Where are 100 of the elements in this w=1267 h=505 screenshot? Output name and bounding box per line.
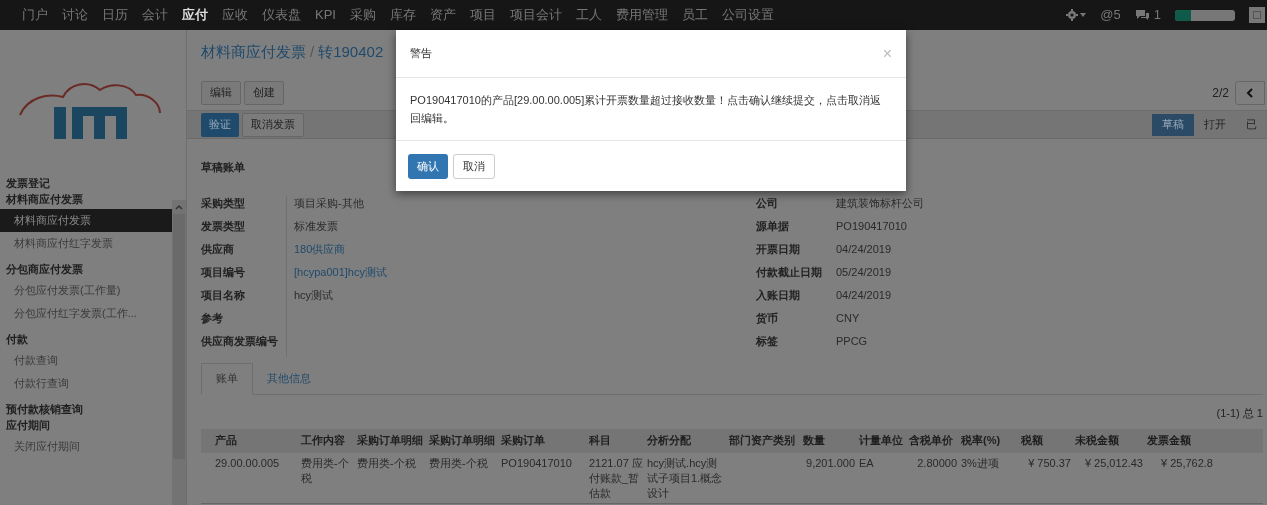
menu-item[interactable]: 会计	[142, 5, 168, 25]
field-value: CNY	[836, 310, 861, 326]
field-link[interactable]: [hcypa001]hcy测试	[294, 264, 387, 288]
dialog-button[interactable]: 取消	[453, 153, 495, 179]
action-button[interactable]: 取消发票	[242, 112, 304, 137]
close-button[interactable]: ×	[882, 41, 892, 66]
field-value: 04/24/2019	[836, 241, 893, 257]
field-label: 供应商发票编号	[201, 333, 279, 349]
menu-item[interactable]: 员工	[681, 5, 708, 25]
column-header[interactable]: 数量	[801, 432, 857, 449]
sidebar-item[interactable]: 材料商应付红字发票	[0, 232, 172, 255]
table-cell-text: ¥ 25,762.8	[1160, 455, 1214, 471]
toolbar-button[interactable]: 创建	[244, 80, 284, 105]
table-cell-text: 29.00.00.005	[214, 455, 281, 471]
menu-item[interactable]: 项目	[469, 5, 496, 25]
mentions-counter[interactable]: @5	[1100, 5, 1121, 25]
toolbar-button[interactable]: 编辑	[201, 80, 241, 105]
sidebar-heading: 预付款核销查询	[5, 402, 84, 417]
column-header[interactable]: 产品	[213, 432, 299, 449]
menu-item[interactable]: 工人	[575, 5, 602, 25]
column-header[interactable]: 工作内容	[299, 432, 355, 449]
menu-item[interactable]: 应收	[222, 5, 248, 25]
menu-item[interactable]: 采购	[349, 5, 376, 25]
column-header[interactable]: 税率(%)	[959, 432, 1019, 449]
menu-item[interactable]: 门户	[22, 5, 48, 25]
menu-item[interactable]: 讨论	[62, 5, 88, 25]
dialog-button[interactable]: 确认	[408, 153, 448, 179]
column-header[interactable]: 分析分配	[645, 432, 727, 449]
field-label: 公司	[756, 195, 779, 211]
table-cell-text: 费用类-个税	[356, 455, 417, 471]
form-title: 草稿账单	[201, 160, 245, 175]
field-value: 标准发票	[294, 218, 339, 234]
field-label: 发票类型	[201, 218, 246, 234]
field-label: 标签	[756, 333, 779, 349]
field-label: 货币	[756, 310, 779, 326]
dialog-title: 警告	[410, 46, 432, 62]
column-header[interactable]: 科目	[587, 432, 645, 449]
pager: 2/2	[1212, 84, 1229, 102]
sidebar-item[interactable]: 材料商应付发票	[0, 209, 172, 232]
field-label: 入账日期	[756, 287, 801, 303]
stage-step[interactable]: 打开	[1194, 113, 1236, 136]
field-value: 建筑装饰标杆公司	[836, 195, 924, 211]
field-value: 04/24/2019	[836, 287, 893, 303]
breadcrumb-separator: /	[310, 42, 315, 63]
chevron-left-icon	[1246, 87, 1254, 98]
messages-counter[interactable]: 1	[1153, 5, 1161, 25]
menu-item[interactable]: 应付	[182, 5, 208, 25]
field-value: hcy测试	[294, 287, 335, 303]
stage-step[interactable]: 草稿	[1152, 113, 1194, 136]
previous-button[interactable]	[1235, 80, 1265, 105]
column-header[interactable]: 计量单位	[857, 432, 907, 449]
chat-icon[interactable]	[1134, 9, 1150, 21]
table-cell-text: ¥ 25,012.43	[1083, 455, 1144, 471]
column-header[interactable]: 含税单价	[907, 432, 959, 449]
column-header[interactable]: 资产类别	[749, 432, 801, 449]
column-header[interactable]: 税额	[1019, 432, 1073, 449]
column-header[interactable]: 未税金额	[1073, 432, 1145, 449]
field-label: 源单据	[756, 218, 790, 234]
field-value: PO190417010	[836, 218, 908, 234]
action-button[interactable]: 验证	[201, 112, 239, 137]
table-cell-text: PO190417010	[500, 455, 573, 471]
sidebar-heading: 付款	[5, 332, 29, 347]
gear-icon[interactable]	[1066, 9, 1087, 21]
column-header[interactable]: 采购订单明细	[355, 432, 427, 449]
menu-item[interactable]: 日历	[102, 5, 128, 25]
sidebar-item[interactable]: 付款行查询	[0, 372, 172, 395]
table-cell-text: 9,201.000	[805, 455, 856, 471]
menu-item[interactable]: 项目会计	[509, 5, 562, 25]
stage-step[interactable]: 已	[1236, 113, 1267, 136]
menu-item[interactable]: 资产	[429, 5, 456, 25]
table-cell-text: ¥ 750.37	[1027, 455, 1072, 471]
breadcrumb-link[interactable]: 材料商应付发票	[201, 41, 306, 64]
menu-item[interactable]: 库存	[389, 5, 416, 25]
dialog-message: PO190417010的产品[29.00.00.005]累计开票数量超过接收数量！点击确认继续提交，点击取消返回编辑。	[410, 93, 883, 126]
column-header[interactable]: 采购订单明细	[427, 432, 499, 449]
table-cell-text: 费用类-个税	[300, 455, 350, 486]
sidebar-item[interactable]: 付款查询	[0, 349, 172, 372]
table-cell-text: 3%进项	[960, 455, 1000, 471]
column-header[interactable]: 发票金额	[1145, 432, 1215, 449]
sidebar-item[interactable]: 关闭应付期间	[0, 435, 172, 458]
record-title: 转190402	[318, 42, 384, 63]
field-label: 开票日期	[756, 241, 801, 257]
record-count: (1-1) 总 1	[1216, 405, 1263, 421]
scrollbar[interactable]	[172, 200, 186, 505]
menu-item[interactable]: 公司设置	[721, 5, 774, 25]
menu-item[interactable]: KPI	[315, 5, 336, 25]
sidebar-heading: 材料商应付发票	[5, 192, 84, 207]
menu-item[interactable]: 费用管理	[615, 5, 668, 25]
table-cell-text: hcy测试.hcy测试子项目1.概念设计	[646, 455, 724, 501]
sidebar-heading: 应付期间	[5, 418, 51, 433]
tab[interactable]: 账单	[201, 362, 253, 395]
field-link[interactable]: 180供应商	[294, 241, 387, 265]
field-label: 采购类型	[201, 195, 246, 211]
progress-bar	[1175, 9, 1235, 21]
field-label: 项目名称	[201, 287, 246, 303]
menu-item[interactable]: 仪表盘	[262, 5, 301, 25]
table-cell-text: 2.80000	[916, 455, 958, 471]
column-header[interactable]: 采购订单	[499, 432, 587, 449]
field-label: 项目编号	[201, 264, 246, 280]
tab[interactable]: 其他信息	[253, 362, 325, 394]
